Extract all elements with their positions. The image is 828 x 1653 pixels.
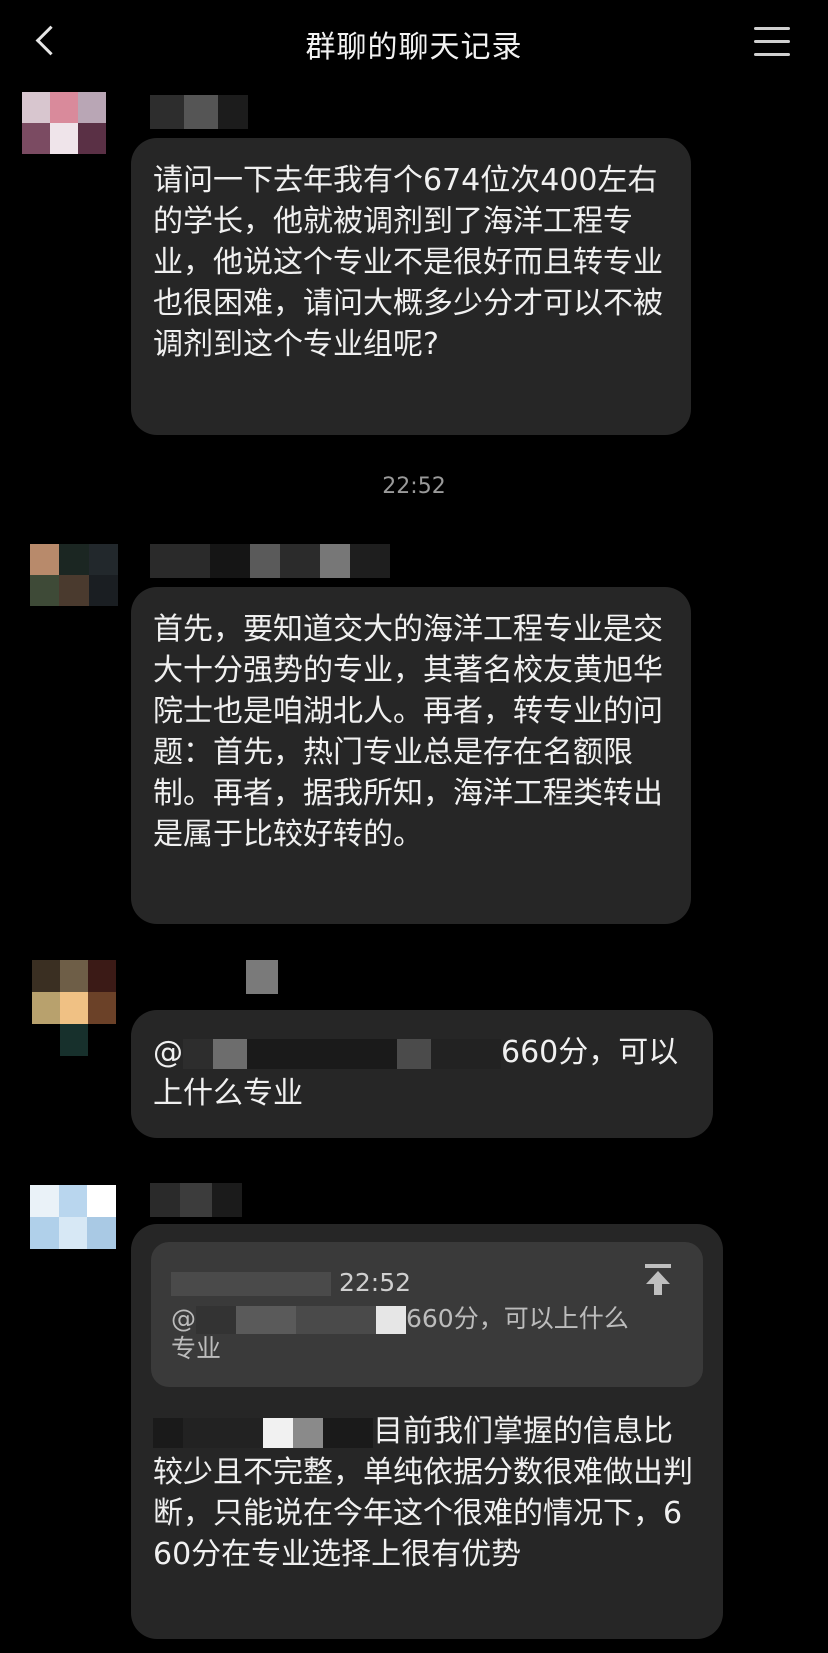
- message-text: 首先，要知道交大的海洋工程专业是交大十分强势的专业，其著名校友黄旭华院士也是咱湖…: [153, 612, 663, 852]
- top-bar: 群聊的聊天记录: [0, 0, 828, 86]
- quoted-text: @660分，可以上什么专业: [171, 1304, 631, 1364]
- redacted-mention: [293, 1417, 323, 1448]
- message-text: 请问一下去年我有个674位次400左右的学长，他就被调剂到了海洋工程专业，他说这…: [153, 163, 663, 362]
- redacted-mention: [183, 1038, 213, 1069]
- message-text: 目前我们掌握的信息比较少且不完整，单纯依据分数很难做出判断，只能说在今年这个很难…: [153, 1411, 698, 1575]
- redacted-mention: [296, 1306, 376, 1334]
- message-bubble[interactable]: @660分，可以上什么专业: [131, 1010, 713, 1138]
- message-bubble[interactable]: 请问一下去年我有个674位次400左右的学长，他就被调剂到了海洋工程专业，他说这…: [131, 138, 691, 435]
- quoted-message[interactable]: 22:52 @660分，可以上什么专业: [151, 1242, 703, 1387]
- redacted-sender: [171, 1272, 331, 1296]
- avatar[interactable]: [22, 92, 106, 154]
- page-title: 群聊的聊天记录: [305, 30, 523, 65]
- sender-name: [150, 1183, 242, 1217]
- message-text: @660分，可以上什么专业: [153, 1032, 691, 1114]
- avatar[interactable]: [32, 960, 116, 1056]
- message-bubble[interactable]: 22:52 @660分，可以上什么专业 目前我们掌握的信息比较少且不完整，单纯依…: [131, 1224, 723, 1639]
- pin-top-icon[interactable]: [643, 1264, 673, 1298]
- menu-icon[interactable]: [754, 27, 790, 57]
- redacted-mention: [376, 1306, 406, 1334]
- sender-name: [150, 95, 248, 129]
- quoted-time: 22:52: [338, 1268, 411, 1297]
- redacted-mention: [213, 1038, 247, 1069]
- sender-name: [150, 544, 390, 578]
- redacted-mention: [263, 1417, 293, 1448]
- mention-prefix: @: [153, 1035, 183, 1070]
- redacted-mention: [247, 1038, 397, 1069]
- redacted-mention: [397, 1038, 431, 1069]
- redacted-mention: [196, 1306, 236, 1334]
- redacted-mention: [153, 1417, 183, 1448]
- timestamp: 22:52: [382, 474, 446, 499]
- message-bubble[interactable]: 首先，要知道交大的海洋工程专业是交大十分强势的专业，其著名校友黄旭华院士也是咱湖…: [131, 587, 691, 924]
- redacted-mention: [431, 1038, 501, 1069]
- mention-prefix: @: [171, 1304, 196, 1333]
- avatar[interactable]: [30, 544, 118, 606]
- sender-name: [246, 960, 278, 994]
- redacted-mention: [236, 1306, 296, 1334]
- avatar[interactable]: [30, 1185, 116, 1249]
- quoted-header: 22:52: [171, 1262, 411, 1303]
- redacted-mention: [323, 1417, 373, 1448]
- redacted-mention: [183, 1417, 263, 1448]
